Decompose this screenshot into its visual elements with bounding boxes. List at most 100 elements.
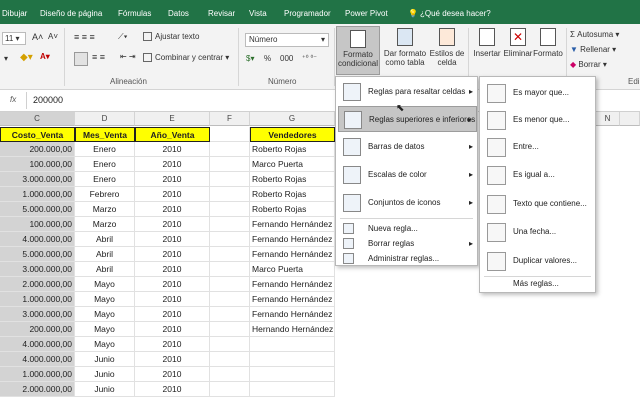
column-header-c[interactable]: C (0, 112, 75, 126)
cell-vendedor[interactable] (250, 382, 335, 397)
empty-cell[interactable] (210, 307, 250, 322)
cell-mes-venta[interactable]: Marzo (75, 202, 135, 217)
cell-anio-venta[interactable]: 2010 (135, 202, 210, 217)
menu-item-escalas[interactable]: Escalas de color ▸ (338, 162, 477, 188)
number-format-select[interactable]: Número ▾ (245, 33, 329, 47)
empty-cell[interactable] (210, 202, 250, 217)
formula-input[interactable]: 200000 (33, 95, 63, 105)
insert-button[interactable]: Insertar (470, 28, 504, 58)
tab-dibujar[interactable]: Dibujar (2, 9, 27, 18)
cell-mes-venta[interactable]: Mayo (75, 277, 135, 292)
cell-vendedor[interactable]: Fernando Hernández (250, 307, 335, 322)
cell-vendedor[interactable]: Fernando Hernández (250, 247, 335, 262)
empty-cell[interactable] (210, 277, 250, 292)
cell-costo-venta[interactable]: 1.000.000,00 (0, 187, 75, 202)
empty-cell[interactable] (210, 292, 250, 307)
cell-mes-venta[interactable]: Mayo (75, 292, 135, 307)
menu-item-nueva-regla[interactable]: Nueva regla... (338, 221, 477, 236)
column-header-n[interactable]: N (596, 112, 620, 126)
empty-cell[interactable] (210, 367, 250, 382)
submenu-item-duplicar[interactable]: Duplicar valores... (483, 247, 593, 275)
cell-vendedor[interactable]: Fernando Hernández (250, 292, 335, 307)
cell-mes-venta[interactable]: Mayo (75, 322, 135, 337)
header-vendedores[interactable]: Vendedores (250, 127, 335, 142)
align-left-button[interactable] (74, 52, 88, 66)
cell-costo-venta[interactable]: 1.000.000,00 (0, 367, 75, 382)
cell-vendedor[interactable]: Fernando Hernández (250, 217, 335, 232)
cell-costo-venta[interactable]: 4.000.000,00 (0, 337, 75, 352)
cell-mes-venta[interactable]: Enero (75, 157, 135, 172)
tab-revisar[interactable]: Revisar (208, 9, 235, 18)
cell-costo-venta[interactable]: 5.000.000,00 (0, 247, 75, 262)
empty-cell[interactable] (210, 382, 250, 397)
cell-anio-venta[interactable]: 2010 (135, 277, 210, 292)
column-header-d[interactable]: D (75, 112, 135, 126)
align-top-icon[interactable]: ≡ ≡ ≡ (74, 32, 95, 42)
tab-programador[interactable]: Programador (284, 9, 331, 18)
font-color-icon[interactable]: A▾ (40, 52, 50, 61)
empty-cell[interactable] (210, 337, 250, 352)
cell-anio-venta[interactable]: 2010 (135, 322, 210, 337)
cell-anio-venta[interactable]: 2010 (135, 172, 210, 187)
cell-costo-venta[interactable]: 100.000,00 (0, 217, 75, 232)
merge-center-button[interactable]: Combinar y centrar ▾ (143, 53, 229, 63)
format-as-table-button[interactable]: Dar formato como tabla (383, 28, 427, 67)
cell-anio-venta[interactable]: 2010 (135, 247, 210, 262)
autosum-button[interactable]: Σ Autosuma ▾ (570, 30, 619, 39)
fill-button[interactable]: ▼ Rellenar ▾ (570, 45, 616, 54)
cell-anio-venta[interactable]: 2010 (135, 367, 210, 382)
submenu-item-mayor[interactable]: Es mayor que... (483, 79, 593, 107)
decimal-icons[interactable]: ⁺⁰ ⁰⁻ (302, 54, 317, 62)
empty-cell[interactable] (210, 157, 250, 172)
increase-font-icon[interactable]: A˄ (32, 32, 43, 42)
submenu-item-menor[interactable]: Es menor que... (483, 106, 593, 134)
cell-mes-venta[interactable]: Enero (75, 172, 135, 187)
cell-mes-venta[interactable]: Junio (75, 382, 135, 397)
menu-item-borrar-reglas[interactable]: Borrar reglas ▸ (338, 236, 477, 251)
cell-costo-venta[interactable]: 5.000.000,00 (0, 202, 75, 217)
tab-datos[interactable]: Datos (168, 9, 189, 18)
empty-cell[interactable] (210, 127, 250, 142)
percent-button[interactable]: % (264, 54, 271, 63)
header-costo-venta[interactable]: Costo_Venta (0, 127, 75, 142)
submenu-item-entre[interactable]: Entre... (483, 133, 593, 161)
empty-cell[interactable] (210, 232, 250, 247)
tab-formulas[interactable]: Fórmulas (118, 9, 151, 18)
cell-vendedor[interactable]: Fernando Hernández (250, 232, 335, 247)
fill-color-icon[interactable]: ◆▾ (20, 52, 33, 63)
cell-costo-venta[interactable]: 3.000.000,00 (0, 172, 75, 187)
cell-costo-venta[interactable]: 2.000.000,00 (0, 382, 75, 397)
format-button[interactable]: Formato (532, 28, 564, 58)
delete-button[interactable]: ✕ Eliminar (501, 28, 535, 58)
cell-vendedor[interactable]: Roberto Rojas (250, 202, 335, 217)
font-size-select[interactable]: 11 ▾ (2, 32, 26, 45)
clear-button[interactable]: ◆ Borrar ▾ (570, 60, 607, 69)
cell-mes-venta[interactable]: Abril (75, 262, 135, 277)
currency-icon[interactable]: $▾ (246, 54, 254, 63)
thousands-button[interactable]: 000 (280, 54, 293, 63)
submenu-item-fecha[interactable]: Una fecha... (483, 218, 593, 246)
header-mes-venta[interactable]: Mes_Venta (75, 127, 135, 142)
empty-cell[interactable] (210, 217, 250, 232)
orientation-icon[interactable]: ⟋▾ (118, 32, 128, 42)
cell-anio-venta[interactable]: 2010 (135, 157, 210, 172)
cell-mes-venta[interactable]: Abril (75, 232, 135, 247)
empty-cell[interactable] (210, 262, 250, 277)
empty-cell[interactable] (210, 247, 250, 262)
empty-cell[interactable] (210, 322, 250, 337)
cell-anio-venta[interactable]: 2010 (135, 292, 210, 307)
empty-cell[interactable] (210, 172, 250, 187)
cell-vendedor[interactable]: Hernando Hernández (250, 322, 335, 337)
menu-item-barras[interactable]: Barras de datos ▸ (338, 134, 477, 160)
cell-anio-venta[interactable]: 2010 (135, 382, 210, 397)
cell-vendedor[interactable]: Roberto Rojas (250, 187, 335, 202)
submenu-item-igual[interactable]: Es igual a... (483, 161, 593, 189)
cell-anio-venta[interactable]: 2010 (135, 262, 210, 277)
menu-item-resaltar[interactable]: Reglas para resaltar celdas ▸ (338, 79, 477, 105)
cell-costo-venta[interactable]: 100.000,00 (0, 157, 75, 172)
cell-anio-venta[interactable]: 2010 (135, 217, 210, 232)
cell-mes-venta[interactable]: Mayo (75, 307, 135, 322)
tab-vista[interactable]: Vista (249, 9, 267, 18)
menu-item-administrar[interactable]: Administrar reglas... (338, 251, 477, 266)
empty-cell[interactable] (210, 142, 250, 157)
